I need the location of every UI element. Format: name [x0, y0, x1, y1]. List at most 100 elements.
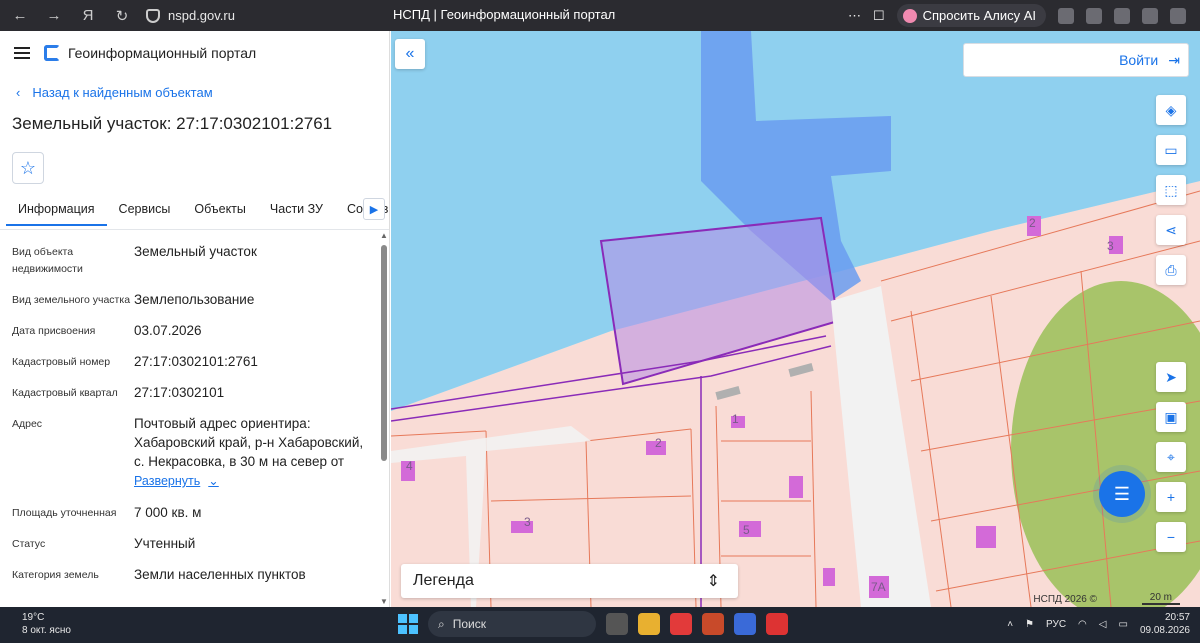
chevron-right-icon: ▶: [369, 203, 379, 216]
property-label: Кадастровый номер: [12, 356, 111, 368]
app-icon[interactable]: [734, 613, 756, 635]
share-button[interactable]: ⋖: [1156, 215, 1186, 245]
property-label: Вид объекта недвижимости: [12, 246, 83, 275]
menu-dots-icon[interactable]: ⋯: [848, 8, 861, 24]
forward-arrow-icon[interactable]: →: [40, 2, 68, 30]
date: 09.08.2026: [1139, 625, 1190, 636]
property-row: Статус Учтенный: [12, 534, 389, 553]
parcel-number-label: 2: [1029, 216, 1036, 230]
search-icon: ⌕: [438, 616, 445, 631]
plus-icon: +: [1166, 489, 1176, 505]
back-link[interactable]: ‹ Назад к найденным объектам: [0, 85, 389, 100]
pin-search-icon: ⌖: [1167, 448, 1175, 465]
temperature: 19°C: [22, 612, 45, 623]
extension-icon[interactable]: [1058, 7, 1074, 24]
puzzle-icon[interactable]: [1142, 7, 1158, 24]
chevron-up-icon[interactable]: ˄: [1007, 619, 1013, 630]
scrollbar-thumb[interactable]: [381, 245, 387, 461]
print-button[interactable]: ⎙: [1156, 255, 1186, 285]
windows-start-icon[interactable]: [398, 614, 418, 634]
menu-icon[interactable]: [14, 47, 30, 59]
map-frame-icon: ▣: [1164, 408, 1178, 425]
tray-icon[interactable]: ⚑: [1025, 619, 1034, 630]
property-label: Площадь уточненная: [12, 507, 117, 519]
zoom-in-button[interactable]: +: [1156, 482, 1186, 512]
bookmark-icon[interactable]: ☐: [873, 8, 885, 24]
ask-alice-button[interactable]: Спросить Алису AI: [896, 4, 1046, 27]
tab-title: НСПД | Геоинформационный портал: [393, 7, 616, 22]
locate-button[interactable]: ➤: [1156, 362, 1186, 392]
expand-link[interactable]: Развернуть ⌄: [134, 472, 219, 491]
chat-button[interactable]: ☰: [1099, 471, 1145, 517]
tab-objects[interactable]: Объекты: [182, 196, 258, 224]
wifi-icon[interactable]: ◠: [1078, 619, 1087, 630]
properties-list: Вид объекта недвижимости Земельный участ…: [0, 242, 389, 584]
taskbar: 19°C 8 окт. ясно ⌕ Поиск ˄ ⚑ РУС ◠ ◁ ▭ 2…: [0, 607, 1200, 643]
chevron-left-icon: ‹: [16, 85, 21, 100]
select-area-button[interactable]: ⬚: [1156, 175, 1186, 205]
property-label: Кадастровый квартал: [12, 387, 118, 399]
map-view[interactable]: 1 2 3 5 7А 4 3 2 « Войти ⇥ ◈ ▭ ⬚ ⋖ ⎙ ➤ ▣…: [391, 31, 1200, 607]
parcel-number-label: 2: [655, 436, 662, 450]
page-title: Земельный участок: 27:17:0302101:2761: [12, 114, 333, 133]
battery-icon[interactable]: ▭: [1118, 619, 1127, 630]
address-bar[interactable]: nspd.gov.ru: [146, 8, 235, 23]
lang-indicator[interactable]: РУС: [1046, 619, 1066, 630]
tabs: Информация Сервисы Объекты Части ЗУ Сост…: [0, 196, 389, 230]
clock[interactable]: 20:57 09.08.2026: [1140, 611, 1190, 637]
browser-toolbar: ← → Я ↻ nspd.gov.ru НСПД | Геоинформацио…: [0, 0, 1200, 31]
extension-icon[interactable]: [1114, 7, 1130, 24]
legend-panel[interactable]: Легенда ⇕: [401, 564, 738, 598]
tabs-scroll-button[interactable]: ▶: [363, 198, 385, 220]
parcel-number-label: 5: [743, 523, 750, 537]
minus-icon: −: [1166, 529, 1176, 545]
yandex-browser-icon[interactable]: [670, 613, 692, 635]
search-point-button[interactable]: ⌖: [1156, 442, 1186, 472]
property-value: 27:17:0302101: [134, 385, 225, 400]
zoom-out-button[interactable]: −: [1156, 522, 1186, 552]
property-row: Кадастровый номер 27:17:0302101:2761: [12, 352, 389, 371]
property-value-address: Почтовый адрес ориентира: Хабаровский кр…: [134, 414, 374, 491]
parcel-number-label: 3: [1107, 239, 1114, 253]
property-value: Землепользование: [134, 292, 255, 307]
task-view-icon[interactable]: [606, 613, 628, 635]
sidebar-scrollbar[interactable]: ▲ ▼: [380, 231, 388, 606]
yandex-icon[interactable]: Я: [74, 2, 102, 30]
basemap-button[interactable]: ▣: [1156, 402, 1186, 432]
property-row: Дата присвоения 03.07.2026: [12, 321, 389, 340]
reload-icon[interactable]: ↻: [108, 2, 136, 30]
property-label: Вид земельного участка: [12, 294, 131, 306]
property-value: Земельный участок: [134, 244, 257, 259]
weather-widget[interactable]: 19°C 8 окт. ясно: [22, 611, 71, 637]
map-canvas: [391, 31, 1200, 607]
app-icon[interactable]: [702, 613, 724, 635]
back-arrow-icon[interactable]: ←: [6, 2, 34, 30]
layers-icon: ◈: [1165, 101, 1177, 118]
measure-button[interactable]: ▭: [1156, 135, 1186, 165]
property-value: 7 000 кв. м: [134, 505, 202, 520]
tab-parts[interactable]: Части ЗУ: [258, 196, 335, 224]
shield-icon: [146, 8, 160, 23]
collapse-sidebar-button[interactable]: «: [395, 39, 425, 69]
file-explorer-icon[interactable]: [638, 613, 660, 635]
expand-collapse-icon: ⇕: [706, 573, 720, 590]
scroll-up-icon[interactable]: ▲: [380, 231, 388, 240]
scroll-down-icon[interactable]: ▼: [380, 597, 388, 606]
downloads-icon[interactable]: [1170, 7, 1186, 24]
extension-icon[interactable]: [1086, 7, 1102, 24]
tab-information[interactable]: Информация: [6, 196, 107, 226]
double-chevron-left-icon: «: [405, 45, 415, 62]
property-value: 03.07.2026: [134, 323, 202, 338]
tab-services[interactable]: Сервисы: [107, 196, 183, 224]
login-button[interactable]: Войти ⇥: [963, 43, 1189, 77]
ask-alice-label: Спросить Алису AI: [922, 8, 1036, 23]
layers-button[interactable]: ◈: [1156, 95, 1186, 125]
search-label: Поиск: [452, 617, 486, 631]
taskbar-search[interactable]: ⌕ Поиск: [428, 611, 596, 637]
property-label: Категория земель: [12, 569, 99, 581]
printer-icon: ⎙: [1165, 261, 1177, 278]
favorite-button[interactable]: ☆: [12, 152, 44, 184]
wps-office-icon[interactable]: [766, 613, 788, 635]
weather-text: 8 окт. ясно: [22, 625, 71, 636]
speaker-icon[interactable]: ◁: [1099, 619, 1107, 630]
